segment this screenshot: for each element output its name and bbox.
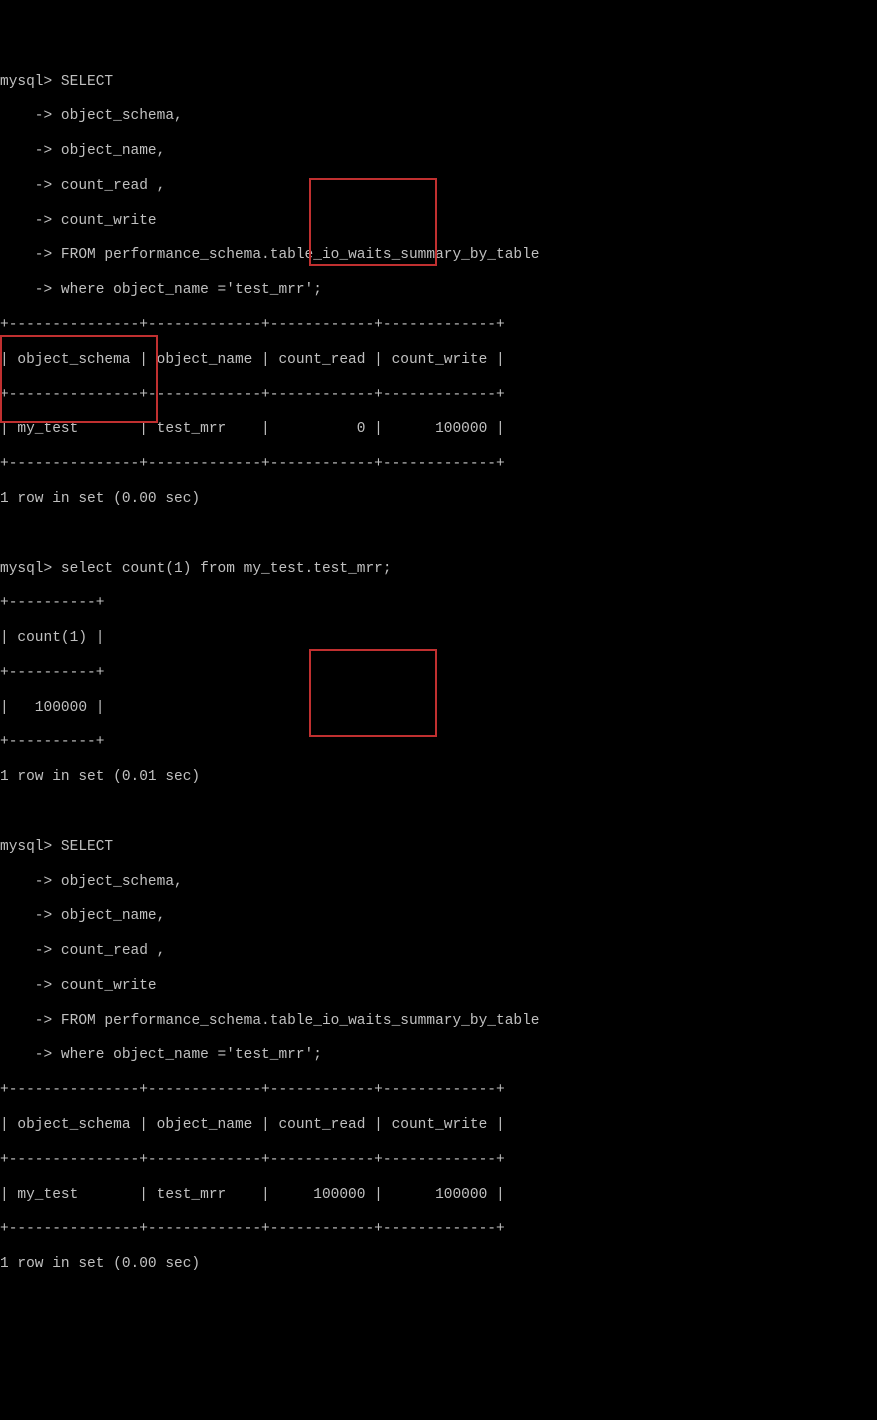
mysql-prompt: mysql> — [0, 839, 52, 855]
cont-prompt: -> — [0, 282, 52, 298]
table2-border-mid: +----------+ — [0, 665, 877, 682]
query3-text4: count_write — [52, 978, 156, 994]
cont-prompt: -> — [0, 1047, 52, 1063]
query1-line4: -> count_write — [0, 213, 877, 230]
query3-text3: count_read , — [52, 943, 165, 959]
query1-text2: object_name, — [52, 143, 165, 159]
cont-prompt: -> — [0, 143, 52, 159]
table3-header: | object_schema | object_name | count_re… — [0, 1117, 877, 1134]
mysql-terminal[interactable]: mysql> SELECT -> object_schema, -> objec… — [0, 52, 877, 1360]
query3-line5: -> FROM performance_schema.table_io_wait… — [0, 1013, 877, 1030]
query3-text0: SELECT — [52, 839, 113, 855]
query1-text6: where object_name ='test_mrr'; — [52, 282, 322, 298]
query1-text5: FROM performance_schema.table_io_waits_s… — [52, 247, 539, 263]
cont-prompt: -> — [0, 1013, 52, 1029]
cont-prompt: -> — [0, 908, 52, 924]
cont-prompt: -> — [0, 178, 52, 194]
table2-border-top: +----------+ — [0, 595, 877, 612]
mysql-prompt: mysql> — [0, 561, 52, 577]
query3-line1: -> object_schema, — [0, 874, 877, 891]
query3-line3: -> count_read , — [0, 943, 877, 960]
query2-text: select count(1) from my_test.test_mrr; — [52, 561, 391, 577]
table2-header: | count(1) | — [0, 630, 877, 647]
table3-border-mid: +---------------+-------------+---------… — [0, 1152, 877, 1169]
query3-text2: object_name, — [52, 908, 165, 924]
table1-border-top: +---------------+-------------+---------… — [0, 317, 877, 334]
table3-border-top: +---------------+-------------+---------… — [0, 1082, 877, 1099]
cont-prompt: -> — [0, 108, 52, 124]
query1-text4: count_write — [52, 213, 156, 229]
table3-row: | my_test | test_mrr | 100000 | 100000 | — [0, 1187, 877, 1204]
blank-line — [0, 804, 877, 821]
query3-line0: mysql> SELECT — [0, 839, 877, 856]
result3-footer: 1 row in set (0.00 sec) — [0, 1256, 877, 1273]
cont-prompt: -> — [0, 213, 52, 229]
table3-border-bot: +---------------+-------------+---------… — [0, 1221, 877, 1238]
query1-line5: -> FROM performance_schema.table_io_wait… — [0, 247, 877, 264]
cont-prompt: -> — [0, 978, 52, 994]
cont-prompt: -> — [0, 943, 52, 959]
query3-text1: object_schema, — [52, 874, 183, 890]
table2-row: | 100000 | — [0, 700, 877, 717]
highlight-count-read-col-2 — [309, 649, 437, 737]
result2-footer: 1 row in set (0.01 sec) — [0, 769, 877, 786]
table2-border-bot: +----------+ — [0, 734, 877, 751]
cont-prompt: -> — [0, 874, 52, 890]
query1-text0: SELECT — [52, 74, 113, 90]
query3-line4: -> count_write — [0, 978, 877, 995]
table1-header: | object_schema | object_name | count_re… — [0, 352, 877, 369]
result1-footer: 1 row in set (0.00 sec) — [0, 491, 877, 508]
query1-line1: -> object_schema, — [0, 108, 877, 125]
query1-line0: mysql> SELECT — [0, 74, 877, 91]
table1-border-mid: +---------------+-------------+---------… — [0, 387, 877, 404]
query3-line6: -> where object_name ='test_mrr'; — [0, 1047, 877, 1064]
query1-line6: -> where object_name ='test_mrr'; — [0, 282, 877, 299]
query1-text3: count_read , — [52, 178, 165, 194]
table1-border-bot: +---------------+-------------+---------… — [0, 456, 877, 473]
query2-line: mysql> select count(1) from my_test.test… — [0, 561, 877, 578]
mysql-prompt: mysql> — [0, 74, 52, 90]
cont-prompt: -> — [0, 247, 52, 263]
highlight-count1-table — [0, 335, 158, 423]
query1-line3: -> count_read , — [0, 178, 877, 195]
query3-text6: where object_name ='test_mrr'; — [52, 1047, 322, 1063]
query3-text5: FROM performance_schema.table_io_waits_s… — [52, 1013, 539, 1029]
blank-line — [0, 526, 877, 543]
query1-line2: -> object_name, — [0, 143, 877, 160]
table1-row: | my_test | test_mrr | 0 | 100000 | — [0, 421, 877, 438]
query1-text1: object_schema, — [52, 108, 183, 124]
query3-line2: -> object_name, — [0, 908, 877, 925]
